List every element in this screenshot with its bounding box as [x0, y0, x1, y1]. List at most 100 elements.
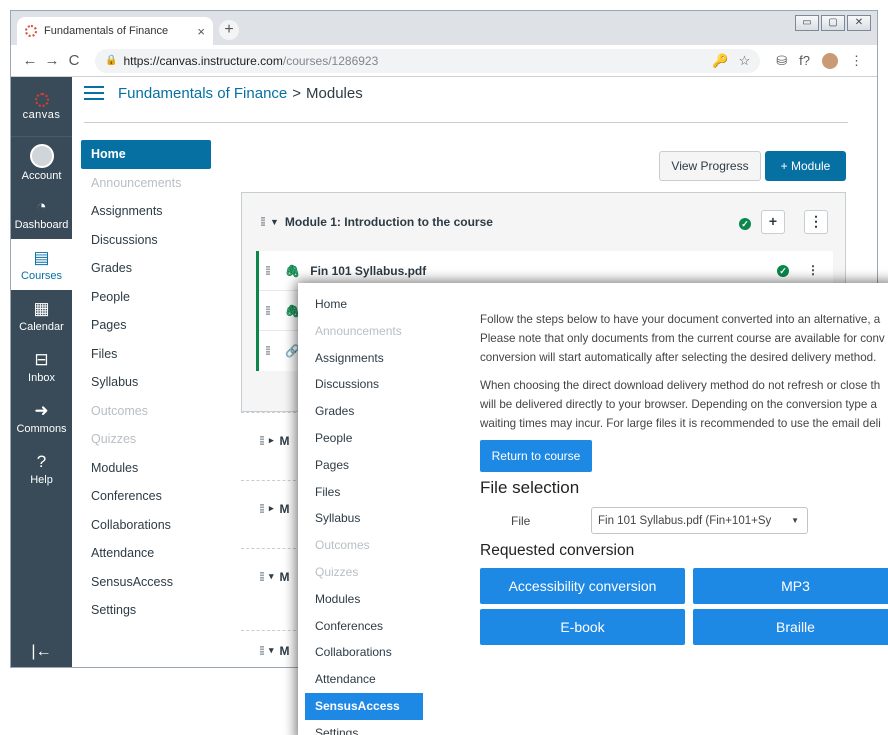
close-window-button[interactable]: ✕	[847, 15, 871, 31]
course-nav-discussions[interactable]: Discussions	[305, 371, 423, 398]
browser-tab[interactable]: Fundamentals of Finance ×	[17, 17, 213, 45]
course-nav-grades[interactable]: Grades	[81, 254, 211, 283]
add-module-button[interactable]: + Module	[765, 151, 846, 181]
course-nav-people[interactable]: People	[305, 425, 423, 452]
window-controls: ▭ ▢ ✕	[795, 15, 871, 31]
course-nav-outcomes[interactable]: Outcomes	[305, 532, 423, 559]
file-label: File	[511, 514, 531, 528]
breadcrumb-course-link[interactable]: Fundamentals of Finance	[118, 85, 287, 102]
global-nav-calendar[interactable]: ▦ Calendar	[11, 290, 72, 341]
module-title: Module 1: Introduction to the course	[284, 215, 493, 229]
course-nav-conferences[interactable]: Conferences	[81, 482, 211, 511]
course-nav-conferences[interactable]: Conferences	[305, 613, 423, 640]
collapse-nav-icon[interactable]: |←	[11, 643, 72, 661]
collapsed-module[interactable]: ⁞⁞ ▾ M	[241, 548, 301, 604]
global-nav-label: Account	[21, 169, 62, 182]
collapsed-module[interactable]: ⁞⁞ ▸ M	[241, 480, 301, 536]
course-nav-home[interactable]: Home	[305, 291, 423, 318]
course-nav-quizzes[interactable]: Quizzes	[81, 425, 211, 454]
return-to-course-button[interactable]: Return to course	[480, 440, 592, 472]
sensusaccess-window: Home Announcements Assignments Discussions G…	[298, 283, 888, 735]
course-nav-grades[interactable]: Grades	[305, 398, 423, 425]
reload-icon[interactable]: C	[63, 52, 85, 69]
course-nav-sensusaccess[interactable]: SensusAccess	[305, 692, 423, 720]
drag-handle-icon[interactable]: ⁞⁞	[259, 502, 265, 516]
view-progress-button[interactable]: View Progress	[659, 151, 761, 181]
course-nav-syllabus[interactable]: Syllabus	[81, 368, 211, 397]
caret-down-icon[interactable]: ▾	[269, 571, 274, 582]
drag-handle-icon[interactable]: ⁞⁞	[260, 215, 266, 229]
drag-handle-icon[interactable]: ⁞⁞	[259, 644, 265, 658]
drag-handle-icon[interactable]: ⁞⁞	[265, 264, 271, 278]
requested-conversion-heading: Requested conversion	[480, 542, 635, 559]
course-nav-modules[interactable]: Modules	[305, 586, 423, 613]
url-input[interactable]: 🔒 https://canvas.instructure.com /course…	[95, 48, 761, 73]
global-nav-inbox[interactable]: ⊟ Inbox	[11, 341, 72, 392]
module-item-title[interactable]: Fin 101 Syllabus.pdf	[310, 264, 426, 278]
course-nav-settings[interactable]: Settings	[305, 720, 423, 735]
collapsed-module[interactable]: ⁞⁞ ▸ M	[241, 412, 301, 468]
module-header[interactable]: ⁞⁞ ▼ Module 1: Introduction to the cours…	[242, 193, 845, 251]
drag-handle-icon[interactable]: ⁞⁞	[265, 304, 271, 318]
braille-conversion-button[interactable]: Braille	[693, 609, 888, 645]
collapsed-module[interactable]: ⁞⁞ ▾ M	[241, 630, 301, 670]
item-options-icon[interactable]: ⋮	[807, 263, 819, 277]
hamburger-menu-icon[interactable]	[84, 82, 104, 104]
add-item-button[interactable]: +	[761, 210, 785, 234]
course-nav-announcements[interactable]: Announcements	[81, 169, 211, 198]
course-nav-files[interactable]: Files	[305, 479, 423, 506]
course-nav-syllabus[interactable]: Syllabus	[305, 505, 423, 532]
course-nav-sensusaccess[interactable]: SensusAccess	[81, 568, 211, 597]
caret-down-icon[interactable]: ▼	[270, 217, 279, 227]
new-tab-button[interactable]: +	[219, 20, 239, 40]
course-nav-quizzes[interactable]: Quizzes	[305, 559, 423, 586]
star-icon[interactable]: ☆	[739, 53, 751, 69]
course-nav-discussions[interactable]: Discussions	[81, 226, 211, 255]
global-nav-help[interactable]: ? Help	[11, 443, 72, 494]
course-nav-collaborations[interactable]: Collaborations	[81, 511, 211, 540]
course-nav-people[interactable]: People	[81, 283, 211, 312]
course-nav-assignments[interactable]: Assignments	[81, 197, 211, 226]
course-nav-files[interactable]: Files	[81, 340, 211, 369]
course-nav-pages[interactable]: Pages	[305, 452, 423, 479]
course-nav-assignments[interactable]: Assignments	[305, 345, 423, 372]
canvas-logo[interactable]: canvas	[11, 77, 72, 137]
course-nav-outcomes[interactable]: Outcomes	[81, 397, 211, 426]
course-nav-announcements[interactable]: Announcements	[305, 318, 423, 345]
drag-handle-icon[interactable]: ⁞⁞	[265, 344, 271, 358]
global-nav-dashboard[interactable]: ◔ Dashboard	[11, 188, 72, 239]
course-nav-attendance[interactable]: Attendance	[81, 539, 211, 568]
minimize-button[interactable]: ▭	[795, 15, 819, 31]
drag-handle-icon[interactable]: ⁞⁞	[259, 434, 265, 448]
ebook-conversion-button[interactable]: E-book	[480, 609, 685, 645]
profile-avatar[interactable]	[822, 52, 838, 69]
caret-down-icon[interactable]: ▾	[269, 645, 274, 656]
caret-right-icon[interactable]: ▸	[269, 435, 274, 446]
course-nav-attendance[interactable]: Attendance	[305, 666, 423, 693]
menu-icon[interactable]: ⋮	[850, 53, 863, 69]
accessibility-conversion-button[interactable]: Accessibility conversion	[480, 568, 685, 604]
maximize-button[interactable]: ▢	[821, 15, 845, 31]
global-nav-courses[interactable]: ▤ Courses	[11, 239, 72, 290]
forward-icon[interactable]: →	[41, 52, 63, 69]
breadcrumb: Fundamentals of Finance > Modules	[84, 82, 363, 104]
function-extension-icon[interactable]: f?	[799, 53, 810, 68]
back-icon[interactable]: ←	[19, 52, 41, 69]
file-select[interactable]: Fin 101 Syllabus.pdf (Fin+101+Sy ▼	[591, 507, 808, 534]
course-nav-home[interactable]: Home	[81, 140, 211, 169]
global-nav-commons[interactable]: ➜ Commons	[11, 392, 72, 443]
course-nav-pages[interactable]: Pages	[81, 311, 211, 340]
course-nav-collaborations[interactable]: Collaborations	[305, 639, 423, 666]
module-options-button[interactable]: ⋮	[804, 210, 828, 234]
course-nav-modules[interactable]: Modules	[81, 454, 211, 483]
collapsed-module-title: M	[279, 433, 290, 448]
global-nav-account[interactable]: Account	[11, 137, 72, 188]
tab-close-icon[interactable]: ×	[197, 24, 205, 39]
mp3-conversion-button[interactable]: MP3	[693, 568, 888, 604]
course-nav-settings[interactable]: Settings	[81, 596, 211, 625]
extension-icon[interactable]: ⛁	[776, 53, 787, 69]
key-icon[interactable]: 🔑	[712, 53, 728, 69]
tab-title: Fundamentals of Finance	[44, 25, 169, 37]
drag-handle-icon[interactable]: ⁞⁞	[259, 570, 265, 584]
caret-right-icon[interactable]: ▸	[269, 503, 274, 514]
